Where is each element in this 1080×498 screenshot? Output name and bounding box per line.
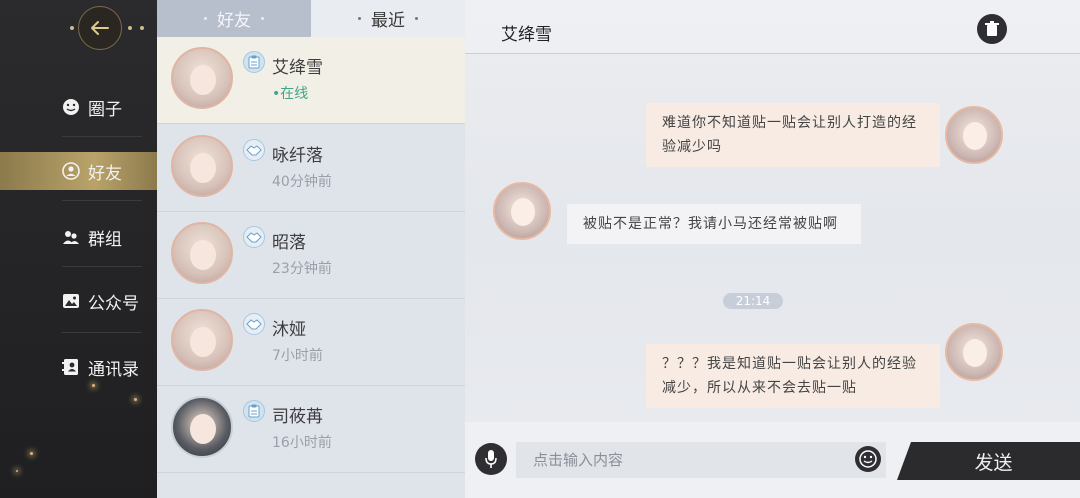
sidebar-item-friends[interactable]: 好友 [0,152,157,190]
friend-icon [62,162,80,180]
tab-label: 好友 [217,11,251,31]
message-bubble-sent: ？？？我是知道贴一贴会让别人的经验减少，所以从来不会去贴一贴 [646,344,940,408]
friend-list-panel: 好友 最近 艾绛雪 •在线 咏纤落 40分钟前 昭落 23分钟前 沐娅 7小时前… [157,0,465,498]
sparkle-decor [134,398,137,401]
divider [62,332,142,333]
emoji-button[interactable] [855,446,881,472]
sidebar-item-label: 圈子 [88,99,122,120]
friend-name: 昭落 [272,233,306,253]
group-icon [62,228,80,246]
tab-recent[interactable]: 最近 [311,0,465,37]
friend-row[interactable]: 咏纤落 40分钟前 [157,125,465,212]
decor-dot [70,26,74,30]
send-button[interactable]: 发送 [897,442,1080,480]
friend-name: 咏纤落 [272,146,323,166]
sidebar-item-official[interactable]: 公众号 [0,282,157,320]
contacts-icon [62,358,80,376]
divider [62,200,142,201]
message-bubble-received: 被贴不是正常？我请小马还经常被贴啊 [567,204,861,244]
friend-row[interactable]: 昭落 23分钟前 [157,212,465,299]
tab-label: 最近 [371,11,405,31]
friend-row[interactable]: 沐娅 7小时前 [157,299,465,386]
friend-name: 沐娅 [272,320,306,340]
friend-name: 司莜苒 [272,407,323,427]
avatar [171,47,233,109]
avatar [945,323,1003,381]
friend-status: •在线 [272,86,309,102]
smile-icon [62,98,80,116]
friend-status: 7小时前 [272,348,323,364]
divider [62,136,142,137]
sidebar: 圈子 好友 群组 公众号 通讯录 [0,0,157,498]
arrow-left-icon [91,21,109,35]
sidebar-item-label: 公众号 [88,293,139,314]
decor-dot [128,26,132,30]
friend-row[interactable]: 艾绛雪 •在线 [157,37,465,124]
friend-status: 16小时前 [272,435,332,451]
friend-status: 40分钟前 [272,174,332,190]
clipboard-icon [243,400,265,422]
handshake-icon [243,139,265,161]
friend-status: 23分钟前 [272,261,332,277]
message-bubble-sent: 难道你不知道贴一贴会让别人打造的经验减少吗 [646,103,940,167]
avatar [171,309,233,371]
handshake-icon [243,226,265,248]
voice-input-button[interactable] [475,443,507,475]
avatar [945,106,1003,164]
avatar [493,182,551,240]
sidebar-item-contacts[interactable]: 通讯录 [0,348,157,386]
input-bar: 发送 [465,422,1080,498]
sparkle-decor [92,384,95,387]
trash-icon [985,21,999,36]
chat-panel: 艾绛雪 难道你不知道贴一贴会让别人打造的经验减少吗 被贴不是正常？我请小马还经常… [465,0,1080,498]
avatar [171,135,233,197]
avatar [171,396,233,458]
message-timestamp: 21:14 [723,293,783,309]
chat-header: 艾绛雪 [465,0,1080,54]
image-icon [62,292,80,310]
sidebar-item-label: 通讯录 [88,359,139,380]
sparkle-decor [30,452,33,455]
decor-dot [140,26,144,30]
back-button[interactable] [78,6,122,50]
message-input[interactable] [516,442,886,478]
sparkle-decor [16,470,18,472]
mic-icon [485,450,497,468]
sidebar-item-label: 群组 [88,229,122,250]
list-tabs: 好友 最近 [157,0,465,37]
sidebar-item-groups[interactable]: 群组 [0,218,157,256]
sidebar-item-circle[interactable]: 圈子 [0,88,157,126]
friend-name: 艾绛雪 [272,58,323,78]
sidebar-item-label: 好友 [88,163,122,184]
handshake-icon [243,313,265,335]
emoji-icon [859,450,877,468]
avatar [171,222,233,284]
tab-friends[interactable]: 好友 [157,0,311,37]
delete-chat-button[interactable] [977,14,1007,44]
chat-title: 艾绛雪 [501,25,552,45]
divider [62,266,142,267]
friend-row[interactable]: 司莜苒 16小时前 [157,386,465,473]
clipboard-icon [243,51,265,73]
